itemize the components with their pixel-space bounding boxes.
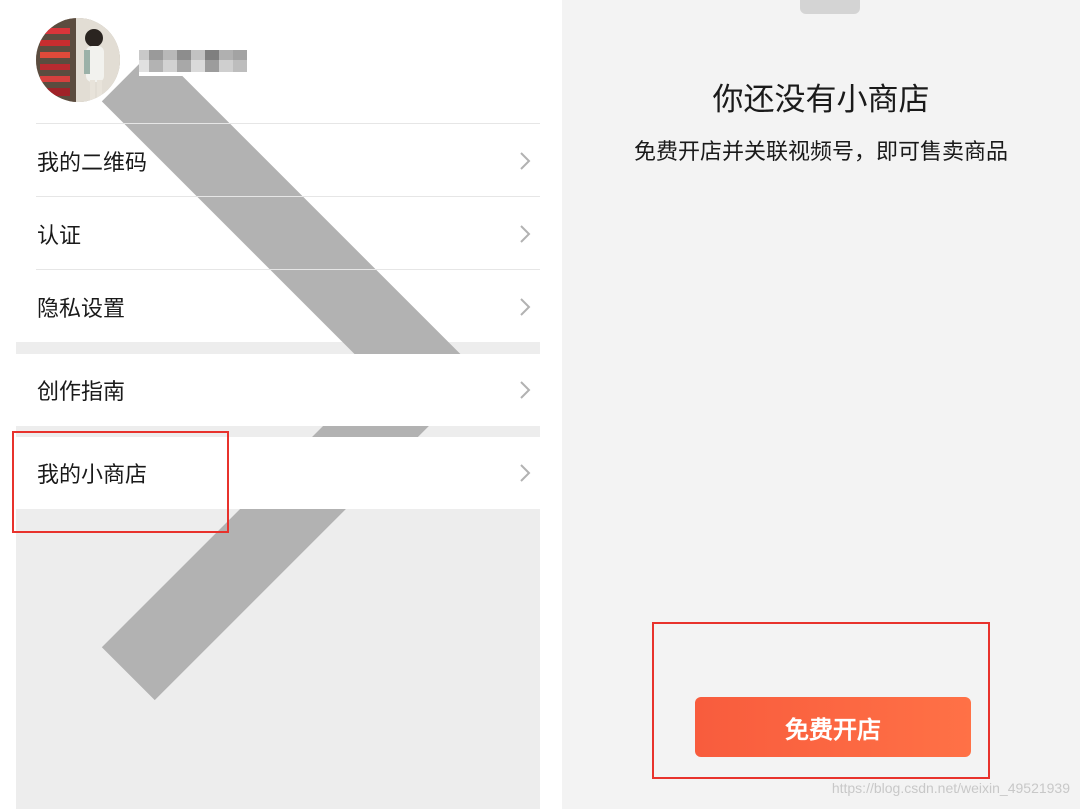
menu-item-label: 我的小商店 (37, 463, 148, 488)
mini-shop-empty-panel: 你还没有小商店 免费开店并关联视频号，即可售卖商品 免费开店 https://b… (562, 0, 1080, 809)
menu-item-label: 我的二维码 (37, 150, 148, 176)
empty-state-title: 你还没有小商店 (712, 82, 930, 118)
menu-item-privacy-settings[interactable]: 隐私设置 (16, 270, 540, 343)
menu-item-label: 隐私设置 (37, 296, 126, 322)
chevron-right-icon (520, 297, 531, 316)
profile-menu-group: 我的二维码 认证 隐私设置 (16, 0, 540, 701)
menu-item-verification[interactable]: 认证 (16, 197, 540, 270)
chevron-right-icon (520, 224, 531, 243)
chevron-right-icon (520, 464, 531, 482)
shop-menu-group: 我的小商店 (16, 437, 540, 509)
menu-item-my-qrcode[interactable]: 我的二维码 (16, 124, 540, 197)
menu-item-creator-guide[interactable]: 创作指南 (16, 354, 540, 426)
me-settings-panel: 我的二维码 认证 隐私设置 创作指南 我的小商店 (16, 0, 540, 809)
chevron-right-icon (520, 151, 531, 170)
watermark: https://blog.csdn.net/weixin_49521939 (831, 780, 1070, 796)
profile-row[interactable] (16, 0, 540, 701)
avatar (36, 18, 120, 102)
menu-item-label: 认证 (37, 223, 82, 249)
empty-state-illustration (800, 0, 860, 14)
username-blurred (139, 46, 255, 76)
creator-menu-group: 创作指南 (16, 354, 540, 426)
menu-item-my-mini-shop[interactable]: 我的小商店 (16, 437, 540, 509)
menu-item-label: 创作指南 (37, 380, 126, 405)
chevron-right-icon (520, 381, 531, 399)
open-shop-free-button[interactable]: 免费开店 (695, 697, 971, 757)
empty-state-subtitle: 免费开店并关联视频号，即可售卖商品 (633, 140, 1008, 165)
